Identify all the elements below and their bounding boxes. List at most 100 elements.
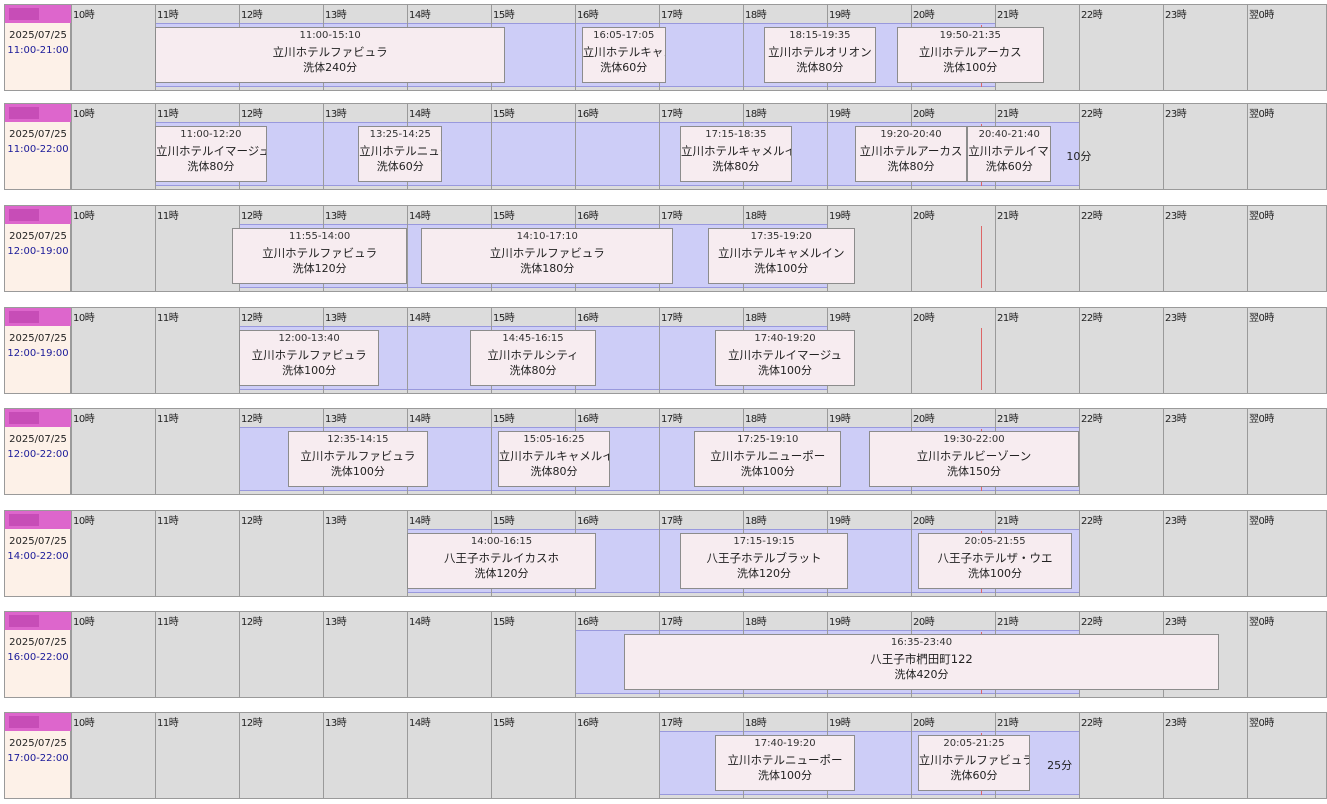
hour-cell[interactable]: 13時 <box>323 612 407 697</box>
staff-name-bar[interactable] <box>5 206 71 224</box>
appointment-block[interactable]: 17:40-19:20 立川ホテルイマージュ 洗体100分 <box>715 330 855 386</box>
hour-cell[interactable]: 14時 <box>407 713 491 798</box>
hour-cell[interactable]: 翌0時 <box>1247 104 1327 189</box>
hour-cell[interactable]: 10時 <box>71 308 155 393</box>
staff-name-bar[interactable] <box>5 511 71 529</box>
hour-cell[interactable]: 21時 <box>995 206 1079 291</box>
appointment-block[interactable]: 11:55-14:00 立川ホテルファビュラ 洗体120分 <box>232 228 407 284</box>
staff-name-bar[interactable] <box>5 308 71 326</box>
appointment-block[interactable]: 11:00-15:10 立川ホテルファビュラ 洗体240分 <box>155 27 506 83</box>
appointment-block[interactable]: 19:20-20:40 立川ホテルアーカス 洗体80分 <box>854 126 968 182</box>
hour-cell[interactable]: 翌0時 <box>1247 612 1327 697</box>
appointment-time: 17:15-18:35 <box>705 129 767 140</box>
appointment-block[interactable]: 14:10-17:10 立川ホテルファビュラ 洗体180分 <box>421 228 674 284</box>
hour-cell[interactable]: 23時 <box>1163 511 1247 596</box>
staff-name-bar[interactable] <box>5 409 71 427</box>
staff-name-bar[interactable] <box>5 104 71 122</box>
hour-cell[interactable]: 翌0時 <box>1247 409 1327 494</box>
hour-cell[interactable]: 23時 <box>1163 104 1247 189</box>
appointment-block[interactable]: 20:05-21:25 立川ホテルファビュラ 洗体60分 <box>917 735 1031 791</box>
hour-cell[interactable]: 16時 <box>575 713 659 798</box>
hour-cell[interactable]: 13時 <box>323 511 407 596</box>
appointment-block[interactable]: 18:15-19:35 立川ホテルオリオン 洗体80分 <box>764 27 876 83</box>
hour-cell[interactable]: 翌0時 <box>1247 511 1327 596</box>
staff-name-bar[interactable] <box>5 713 71 731</box>
appointment-duration: 洗体80分 <box>187 160 235 173</box>
hour-cell[interactable]: 22時 <box>1079 104 1163 189</box>
appointment-time: 17:35-19:20 <box>750 231 812 242</box>
hour-cell[interactable]: 22時 <box>1079 206 1163 291</box>
appointment-block[interactable]: 20:05-21:55 八王子ホテルザ・ウエ 洗体100分 <box>917 533 1073 589</box>
hour-cell[interactable]: 11時 <box>155 308 239 393</box>
appointment-block[interactable]: 12:00-13:40 立川ホテルファビュラ 洗体100分 <box>239 330 380 386</box>
appointment-block[interactable]: 17:15-19:15 八王子ホテルブラット 洗体120分 <box>680 533 848 589</box>
appointment-block[interactable]: 17:40-19:20 立川ホテルニューポー 洗体100分 <box>715 735 855 791</box>
hour-cell[interactable]: 10時 <box>71 713 155 798</box>
hour-cell[interactable]: 23時 <box>1163 5 1247 90</box>
hour-cell[interactable]: 10時 <box>71 511 155 596</box>
hour-cell[interactable]: 10時 <box>71 409 155 494</box>
hour-cell[interactable]: 20時 <box>911 308 995 393</box>
hour-cell[interactable]: 22時 <box>1079 409 1163 494</box>
hour-cell[interactable]: 11時 <box>155 409 239 494</box>
hour-cell[interactable]: 23時 <box>1163 713 1247 798</box>
appointment-block[interactable]: 16:05-17:05 立川ホテルキャメルイン洗体60分 <box>581 27 666 83</box>
appointment-block[interactable]: 12:35-14:15 立川ホテルファビュラ 洗体100分 <box>287 431 428 487</box>
appointment-location: 立川ホテルキャメルイン <box>582 45 665 59</box>
hour-cell[interactable]: 10時 <box>71 206 155 291</box>
appointment-block[interactable]: 16:35-23:40 八王子市椚田町122 洗体420分 <box>623 634 1220 690</box>
appointment-block[interactable]: 15:05-16:25 立川ホテルキャメルイン洗体80分 <box>497 431 611 487</box>
appointment-block[interactable]: 17:25-19:10 立川ホテルニューポー 洗体100分 <box>694 431 842 487</box>
hour-cell[interactable]: 15時 <box>491 104 575 189</box>
hour-cell[interactable]: 12時 <box>239 612 323 697</box>
hour-label: 14時 <box>409 109 431 120</box>
hour-cell[interactable]: 23時 <box>1163 308 1247 393</box>
hour-cell[interactable]: 11時 <box>155 511 239 596</box>
appointment-block[interactable]: 19:50-21:35 立川ホテルアーカス 洗体100分 <box>896 27 1044 83</box>
appointment-duration: 洗体180分 <box>520 262 575 275</box>
hour-cell[interactable]: 23時 <box>1163 206 1247 291</box>
hour-cell[interactable]: 11時 <box>155 206 239 291</box>
hour-cell[interactable]: 22時 <box>1079 308 1163 393</box>
hour-cell[interactable]: 17時 <box>659 5 743 90</box>
staff-name-bar[interactable] <box>5 612 71 630</box>
hour-cell[interactable]: 翌0時 <box>1247 206 1327 291</box>
appointment-block[interactable]: 11:00-12:20 立川ホテルイマージュ 洗体80分 <box>155 126 267 182</box>
staff-name-bar[interactable] <box>5 5 71 23</box>
hour-cell[interactable]: 22時 <box>1079 713 1163 798</box>
appointment-location: 立川ホテルファビュラ <box>918 753 1031 767</box>
appointment-block[interactable]: 14:45-16:15 立川ホテルシティ 洗体80分 <box>470 330 596 386</box>
hour-label: 16時 <box>577 10 599 21</box>
hour-cell[interactable]: 12時 <box>239 713 323 798</box>
hour-cell[interactable]: 10時 <box>71 104 155 189</box>
hour-cell[interactable]: 10時 <box>71 5 155 90</box>
hour-cell[interactable]: 22時 <box>1079 5 1163 90</box>
appointment-block[interactable]: 17:15-18:35 立川ホテルキャメルイン洗体80分 <box>680 126 792 182</box>
appointment-block[interactable]: 13:25-14:25 立川ホテルニューポー洗体60分 <box>358 126 443 182</box>
hour-cell[interactable]: 11時 <box>155 612 239 697</box>
hour-cell[interactable]: 10時 <box>71 612 155 697</box>
hour-cell[interactable]: 15時 <box>491 612 575 697</box>
hour-cell[interactable]: 15時 <box>491 713 575 798</box>
appointment-duration: 洗体100分 <box>967 567 1022 580</box>
appointment-block[interactable]: 17:35-19:20 立川ホテルキャメルイン 洗体100分 <box>707 228 855 284</box>
hour-cell[interactable]: 翌0時 <box>1247 5 1327 90</box>
hour-cell[interactable]: 翌0時 <box>1247 713 1327 798</box>
hour-cell[interactable]: 21時 <box>995 308 1079 393</box>
appointment-block[interactable]: 14:00-16:15 八王子ホテルイカスホ 洗体120分 <box>407 533 596 589</box>
hour-cell[interactable]: 11時 <box>155 713 239 798</box>
hour-cell[interactable]: 22時 <box>1079 511 1163 596</box>
hour-cell[interactable]: 12時 <box>239 511 323 596</box>
hour-label: 19時 <box>829 414 851 425</box>
hour-cell[interactable]: 23時 <box>1163 409 1247 494</box>
hour-cell[interactable]: 13時 <box>323 713 407 798</box>
hour-cell[interactable]: 16時 <box>575 104 659 189</box>
hour-label: 10時 <box>73 313 95 324</box>
hour-cell[interactable]: 20時 <box>911 206 995 291</box>
hour-cell[interactable]: 14時 <box>407 612 491 697</box>
hour-label: 17時 <box>661 516 683 527</box>
hour-cell[interactable]: 翌0時 <box>1247 308 1327 393</box>
hour-label: 22時 <box>1081 617 1103 628</box>
appointment-block[interactable]: 20:40-21:40 立川ホテルイマージュ洗体60分 <box>967 126 1052 182</box>
appointment-block[interactable]: 19:30-22:00 立川ホテルビーゾーン 洗体150分 <box>869 431 1079 487</box>
